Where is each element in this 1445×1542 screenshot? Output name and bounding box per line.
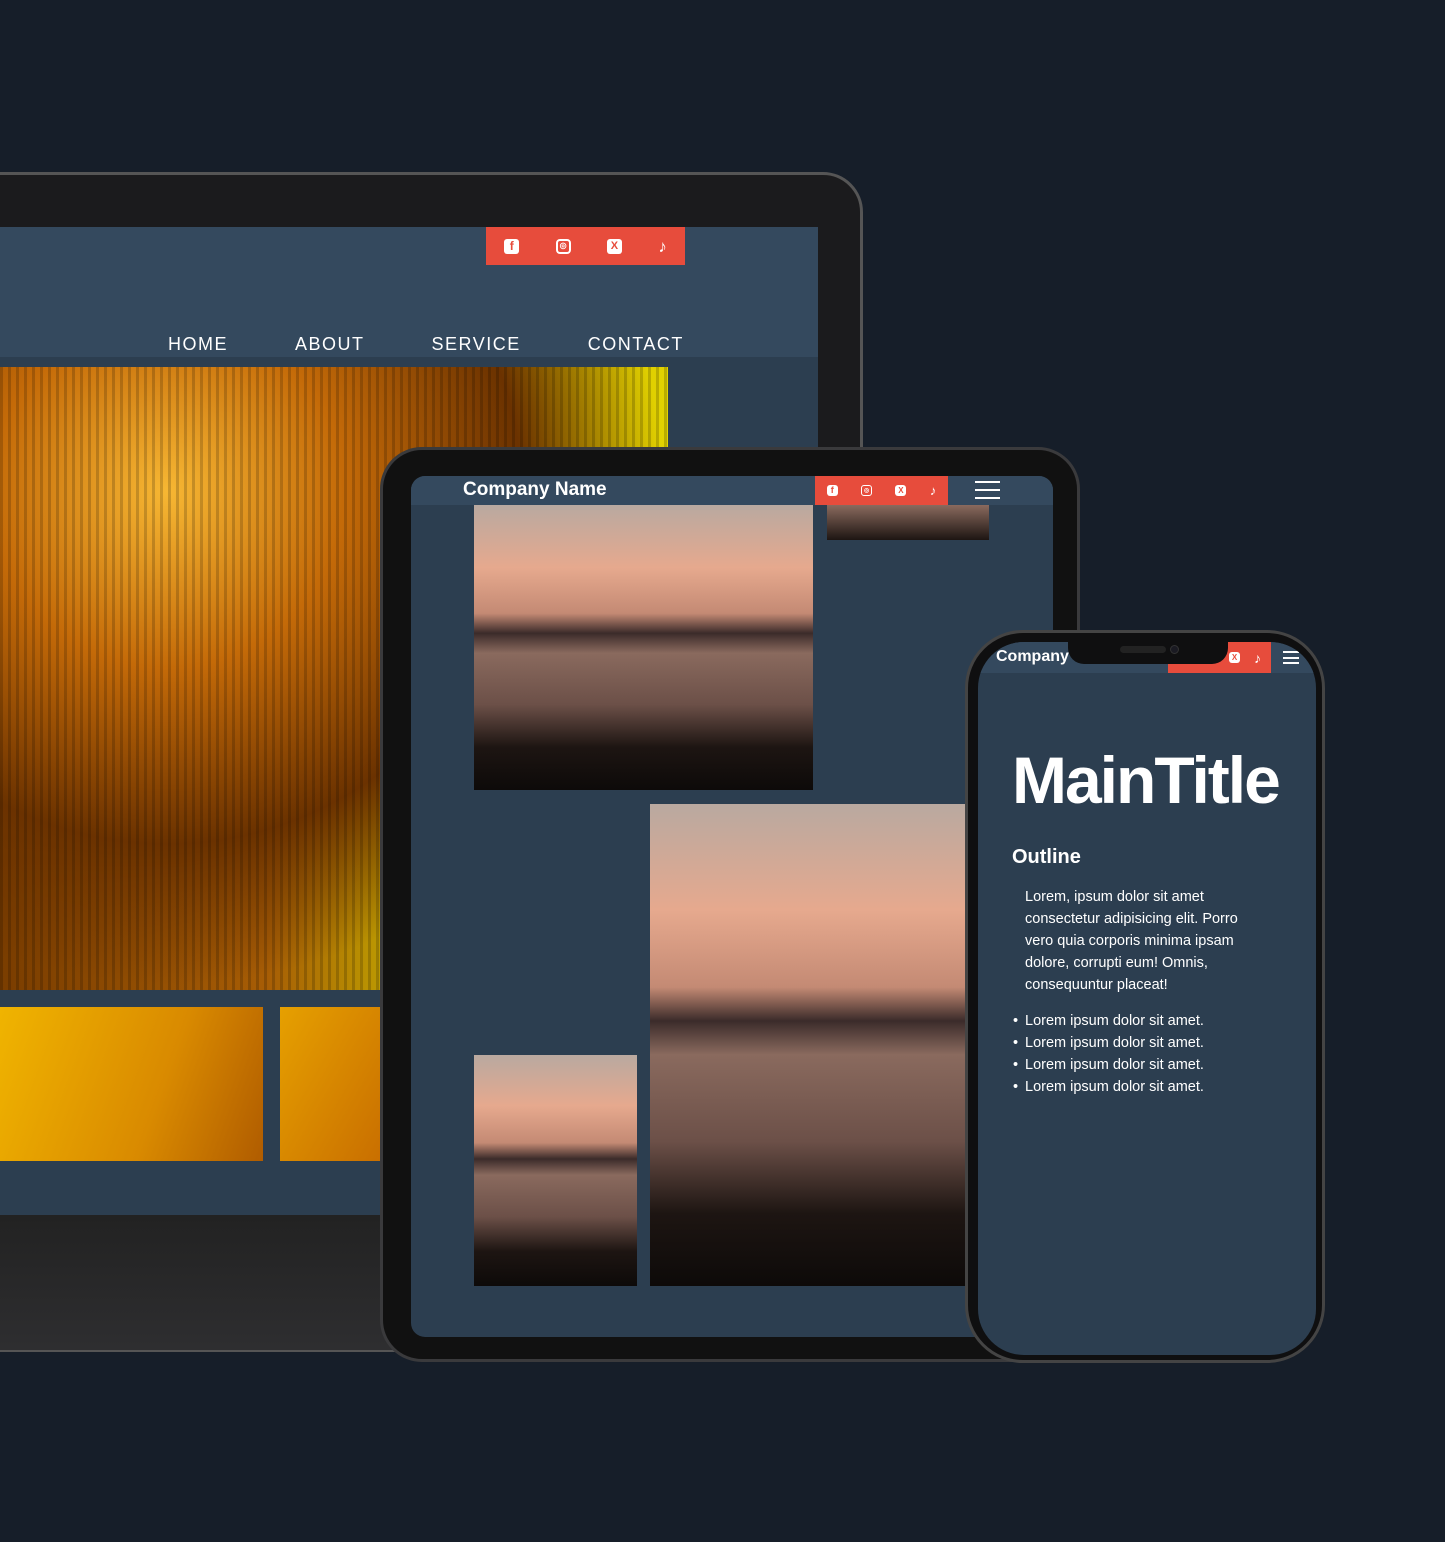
instagram-icon[interactable]: ◎ <box>555 238 571 254</box>
social-bar: f ◎ X ♪ <box>486 227 685 265</box>
speaker-grille <box>1120 646 1166 653</box>
tablet-screen: Company Name f ◎ X ♪ <box>411 476 1053 1337</box>
list-item: • Lorem ipsum dolor sit amet. <box>1013 1079 1204 1095</box>
hamburger-menu-icon[interactable] <box>1283 651 1299 664</box>
tiktok-icon[interactable]: ♪ <box>658 238 667 255</box>
x-icon[interactable]: X <box>606 238 622 254</box>
phone-screen: Company X ♪ MainTitle Outline Lorem, ips… <box>978 642 1316 1355</box>
gallery-image <box>650 804 970 1286</box>
tiktok-icon[interactable]: ♪ <box>1254 651 1261 665</box>
camera-icon <box>1170 645 1179 654</box>
tiktok-icon[interactable]: ♪ <box>930 484 937 497</box>
nav-about[interactable]: ABOUT <box>295 334 365 355</box>
phone-notch <box>1068 636 1228 664</box>
gallery-image <box>827 505 989 540</box>
outline-paragraph: Lorem, ipsum dolor sit amet consectetur … <box>1025 889 1238 993</box>
nav-contact[interactable]: CONTACT <box>588 334 684 355</box>
facebook-icon[interactable]: f <box>504 238 520 254</box>
gallery-image <box>280 1007 380 1161</box>
bullet-list: • Lorem ipsum dolor sit amet. • Lorem ipsu… <box>1013 1010 1204 1098</box>
outline-heading: Outline <box>1012 846 1081 868</box>
main-title: MainTitle <box>1012 743 1281 817</box>
social-bar: f ◎ X ♪ <box>815 476 948 505</box>
main-nav: HOME ABOUT SERVICE CONTACT <box>168 334 751 355</box>
x-icon[interactable]: X <box>1229 652 1240 663</box>
instagram-icon[interactable]: ◎ <box>861 485 873 496</box>
nav-service[interactable]: SERVICE <box>432 334 521 355</box>
hamburger-menu-icon[interactable] <box>975 481 1000 499</box>
nav-home[interactable]: HOME <box>168 334 228 355</box>
gallery-image <box>474 505 813 790</box>
list-item: • Lorem ipsum dolor sit amet. <box>1013 1057 1204 1073</box>
list-item: • Lorem ipsum dolor sit amet. <box>1013 1013 1204 1029</box>
company-name[interactable]: Company Name <box>463 479 607 501</box>
list-item: • Lorem ipsum dolor sit amet. <box>1013 1035 1204 1051</box>
gallery-image <box>0 1007 263 1161</box>
facebook-icon[interactable]: f <box>826 485 838 496</box>
x-icon[interactable]: X <box>895 485 907 496</box>
gallery-image <box>474 1055 637 1286</box>
company-name[interactable]: Company <box>996 648 1069 666</box>
